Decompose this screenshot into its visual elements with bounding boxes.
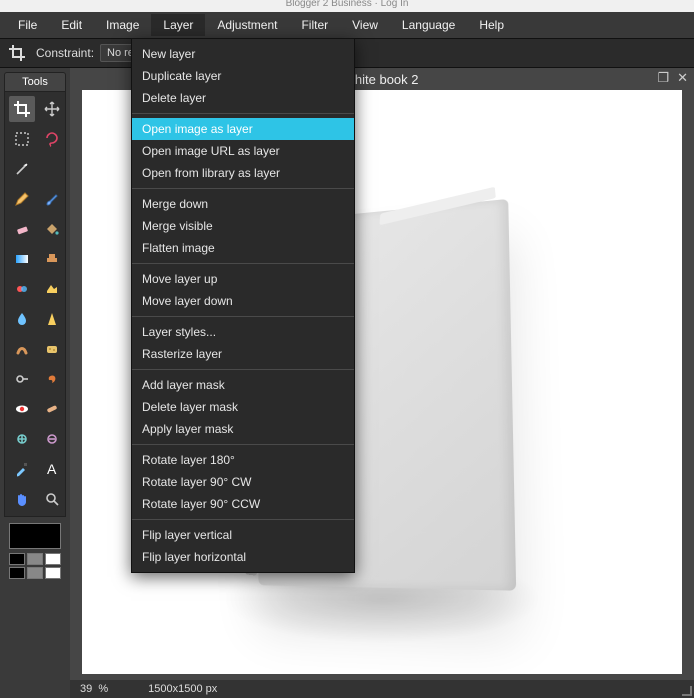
crop-tool[interactable] — [9, 96, 35, 122]
sharpen-tool[interactable] — [39, 306, 65, 332]
menu-layer[interactable]: Layer — [151, 14, 205, 36]
swatch-black[interactable] — [9, 553, 25, 565]
canvas-dimensions: 1500x1500 px — [148, 683, 217, 695]
burn-tool[interactable] — [39, 366, 65, 392]
smudge-tool[interactable] — [9, 336, 35, 362]
sponge-tool[interactable] — [39, 336, 65, 362]
layer-menu-move-layer-down[interactable]: Move layer down — [132, 290, 354, 312]
eraser-tool[interactable] — [9, 216, 35, 242]
layer-menu-rotate-layer-90-ccw[interactable]: Rotate layer 90° CCW — [132, 493, 354, 515]
menu-file[interactable]: File — [6, 14, 49, 36]
layer-menu-move-layer-up[interactable]: Move layer up — [132, 268, 354, 290]
layer-menu-rotate-layer-90-cw[interactable]: Rotate layer 90° CW — [132, 471, 354, 493]
move-tool[interactable] — [39, 96, 65, 122]
menu-separator — [132, 188, 354, 189]
layer-menu-merge-down[interactable]: Merge down — [132, 193, 354, 215]
layer-menu-add-layer-mask[interactable]: Add layer mask — [132, 374, 354, 396]
paint-bucket-tool[interactable] — [39, 216, 65, 242]
layer-menu-layer-styles[interactable]: Layer styles... — [132, 321, 354, 343]
menu-language[interactable]: Language — [390, 14, 467, 36]
zoom-tool[interactable] — [39, 486, 65, 512]
bloat-tool[interactable] — [9, 426, 35, 452]
menu-separator — [132, 519, 354, 520]
close-icon[interactable]: ✕ — [677, 70, 688, 86]
color-swatches — [4, 523, 66, 579]
browser-tab-title: Blogger 2 Business · Log In — [0, 0, 694, 12]
hand-tool[interactable] — [9, 486, 35, 512]
dodge-tool[interactable] — [9, 366, 35, 392]
pinch-tool[interactable] — [39, 426, 65, 452]
menu-adjustment[interactable]: Adjustment — [205, 14, 289, 36]
layer-menu-merge-visible[interactable]: Merge visible — [132, 215, 354, 237]
drawing-tool[interactable] — [39, 276, 65, 302]
clone-stamp-tool[interactable] — [39, 246, 65, 272]
color-picker-tool[interactable] — [9, 456, 35, 482]
constraint-label: Constraint: — [36, 46, 94, 60]
menu-filter[interactable]: Filter — [289, 14, 340, 36]
zoom-symbol: % — [98, 683, 108, 695]
layer-menu-open-image-as-layer[interactable]: Open image as layer — [132, 118, 354, 140]
layer-menu-flip-layer-horizontal[interactable]: Flip layer horizontal — [132, 546, 354, 568]
pencil-tool[interactable] — [9, 186, 35, 212]
tools-grid: A — [4, 92, 66, 517]
layer-menu-flip-layer-vertical[interactable]: Flip layer vertical — [132, 524, 354, 546]
layer-menu-new-layer[interactable]: New layer — [132, 43, 354, 65]
empty-slot — [39, 156, 65, 182]
lasso-tool[interactable] — [39, 126, 65, 152]
swatch-gray[interactable] — [27, 553, 43, 565]
menu-separator — [132, 316, 354, 317]
red-eye-tool[interactable] — [9, 396, 35, 422]
menu-edit[interactable]: Edit — [49, 14, 94, 36]
spot-heal-tool[interactable] — [39, 396, 65, 422]
menu-separator — [132, 369, 354, 370]
layer-menu-duplicate-layer[interactable]: Duplicate layer — [132, 65, 354, 87]
zoom-percent: 39 — [80, 683, 92, 695]
restore-window-icon[interactable]: ❐ — [657, 70, 669, 86]
color-replace-tool[interactable] — [9, 276, 35, 302]
resize-handle-icon[interactable] — [682, 686, 692, 696]
marquee-tool[interactable] — [9, 126, 35, 152]
swatch-gray-2[interactable] — [27, 567, 43, 579]
layer-menu-delete-layer-mask[interactable]: Delete layer mask — [132, 396, 354, 418]
menubar: File Edit Image Layer Adjustment Filter … — [0, 12, 694, 38]
menu-help[interactable]: Help — [467, 14, 516, 36]
menu-separator — [132, 444, 354, 445]
layer-menu-open-from-library-as-layer[interactable]: Open from library as layer — [132, 162, 354, 184]
swatch-white[interactable] — [45, 553, 61, 565]
blur-tool[interactable] — [9, 306, 35, 332]
tools-title: Tools — [4, 72, 66, 92]
menu-separator — [132, 263, 354, 264]
brush-tool[interactable] — [39, 186, 65, 212]
tools-panel: Tools A — [0, 68, 70, 698]
layer-menu-flatten-image[interactable]: Flatten image — [132, 237, 354, 259]
wand-tool[interactable] — [9, 156, 35, 182]
gradient-tool[interactable] — [9, 246, 35, 272]
menu-image[interactable]: Image — [94, 14, 151, 36]
layer-menu-open-image-url-as-layer[interactable]: Open image URL as layer — [132, 140, 354, 162]
layer-menu-rasterize-layer[interactable]: Rasterize layer — [132, 343, 354, 365]
menu-view[interactable]: View — [340, 14, 390, 36]
layer-menu-rotate-layer-180[interactable]: Rotate layer 180° — [132, 449, 354, 471]
layer-menu-delete-layer[interactable]: Delete layer — [132, 87, 354, 109]
status-bar: 39 % 1500x1500 px — [70, 680, 694, 698]
foreground-color-swatch[interactable] — [9, 523, 61, 549]
menu-separator — [132, 113, 354, 114]
swatch-black-2[interactable] — [9, 567, 25, 579]
crop-icon — [6, 42, 28, 64]
type-tool[interactable]: A — [39, 456, 65, 482]
svg-text:A: A — [47, 461, 57, 477]
layer-menu-apply-layer-mask[interactable]: Apply layer mask — [132, 418, 354, 440]
swatch-white-2[interactable] — [45, 567, 61, 579]
layer-menu-dropdown: New layerDuplicate layerDelete layer Open… — [131, 38, 355, 573]
